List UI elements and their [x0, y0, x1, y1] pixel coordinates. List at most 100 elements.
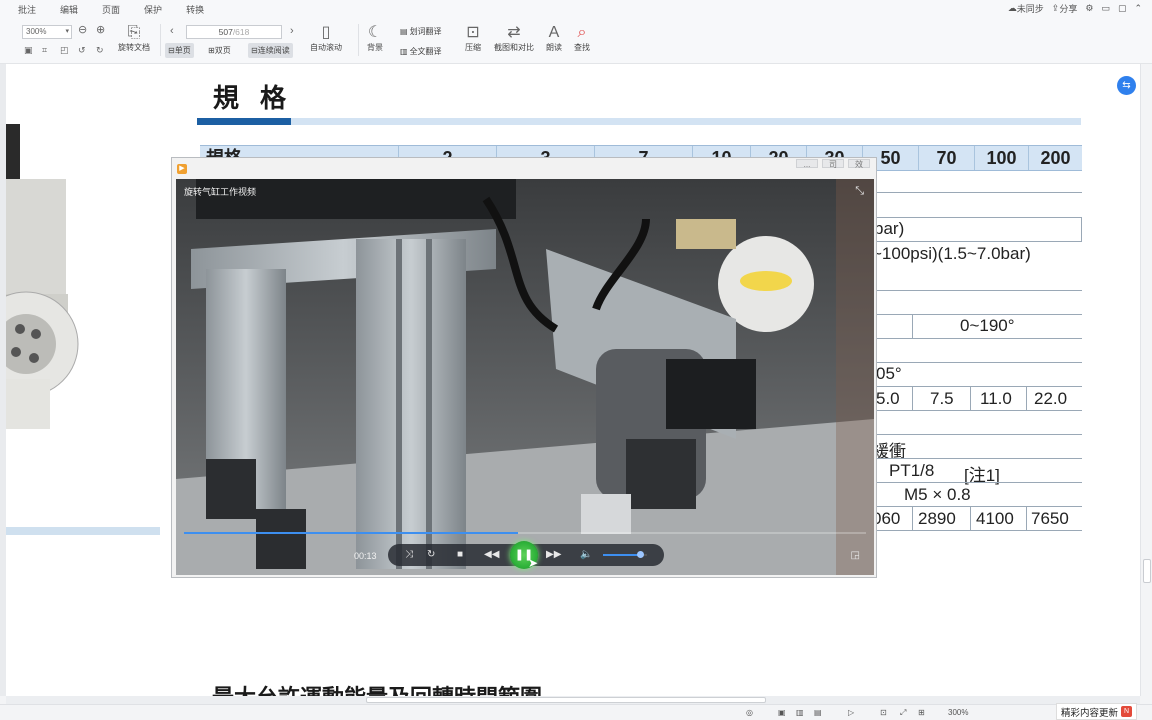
table-rule [1081, 217, 1082, 241]
rotate-doc-button[interactable]: ⎘ 旋转文档 [118, 24, 150, 53]
player-app-icon: ▶ [177, 164, 187, 174]
torque-cell: 7650 [1031, 509, 1069, 528]
search-icon: ⌕ [577, 24, 587, 41]
compare-button[interactable]: ⇄ 截图和对比 [494, 24, 534, 53]
read-aloud-button[interactable]: A 朗读 [546, 24, 562, 53]
angle-range-text: 0~190° [960, 316, 1015, 335]
torque-cell: 2890 [918, 509, 956, 528]
header-cell: 200 [1028, 146, 1082, 170]
fullscreen-icon[interactable]: ⤡ [855, 185, 864, 198]
next-page-icon[interactable]: › [290, 25, 294, 37]
select-icon[interactable]: ◰ [60, 44, 69, 56]
grid-icon[interactable]: ⊞ [918, 708, 925, 717]
continuous-icon: ⊟ [251, 46, 258, 55]
fit-page-status-icon[interactable]: ⤢ [900, 708, 906, 718]
zoom-in-icon[interactable]: ⊕ [96, 24, 105, 36]
zoom-out-icon[interactable]: ⊖ [78, 24, 87, 36]
menu-protect[interactable]: 保护 [144, 3, 162, 16]
single-view-icon[interactable]: ▣ [778, 708, 786, 717]
port-thread-text: PT1/8 [889, 461, 935, 480]
double-view-icon[interactable]: ▥ [796, 708, 804, 717]
table-rule [1026, 386, 1027, 410]
news-badge-icon: N [1121, 706, 1133, 717]
menu-annotate[interactable]: 批注 [18, 3, 36, 16]
table-rule [912, 314, 913, 338]
background-button[interactable]: ☾ 背景 [367, 24, 383, 53]
status-zoom[interactable]: 300% [948, 708, 968, 717]
section-heading: 最大允許運動能量及回轉時間範圍 [212, 680, 542, 696]
update-toast[interactable]: 精彩内容更新 N [1056, 703, 1138, 720]
video-title: 旋转气缸工作视频 [184, 187, 257, 197]
auto-scroll-button[interactable]: ▯ 自动滚动 [310, 24, 342, 53]
translate-word-button[interactable]: ▤ 划词翻译 [400, 26, 442, 37]
video-screen[interactable]: 旋转气缸工作视频 ⤡ 00:13 ⤨ ↻ ■ ◀◀ ❚❚ ▶▶ 🔈 ◲ ➤ [176, 179, 874, 575]
double-page-button[interactable]: ⊞ 双页 [205, 43, 234, 58]
volume-icon[interactable]: 🔈 [580, 549, 592, 560]
repeat-icon[interactable]: ↻ [427, 549, 435, 560]
playback-time: 00:13 [354, 551, 377, 561]
table-rule [870, 314, 1082, 315]
table-rule [912, 506, 913, 530]
fast-forward-icon[interactable]: ▶▶ [546, 549, 561, 560]
layout-icon[interactable]: ▭ [1101, 3, 1110, 14]
fit-width-icon[interactable]: ⊡ [880, 708, 887, 717]
menubar-right: ☁ 未同步 ⇪ 分享 ⚙ ▭ ▢ ⌃ [1008, 2, 1142, 15]
weight-cell: 22.0 [1034, 389, 1068, 408]
scroll-thumb[interactable] [1143, 559, 1151, 583]
cloud-icon: ☁ [1007, 3, 1017, 13]
share-button[interactable]: ⇪ 分享 [1052, 2, 1078, 15]
divider [160, 24, 161, 56]
settings-icon[interactable]: ⚙ [1085, 3, 1093, 14]
moon-icon: ☾ [367, 24, 383, 41]
table-rule [870, 530, 1082, 531]
mini-mode-icon[interactable]: ◲ [851, 550, 860, 561]
table-rule [870, 192, 1082, 193]
player-controls: 00:13 ⤨ ↻ ■ ◀◀ ❚❚ ▶▶ 🔈 ◲ ➤ [176, 541, 874, 571]
rotate-left-icon[interactable]: ↺ [78, 44, 86, 56]
sync-status[interactable]: ☁ 未同步 [1008, 2, 1044, 15]
zoom-select[interactable]: 300% [22, 25, 72, 39]
prev-page-icon[interactable]: ‹ [170, 25, 174, 37]
close-button[interactable]: 效 [848, 159, 870, 169]
progress-fill [184, 532, 519, 534]
play-slides-icon[interactable]: ▷ [848, 708, 854, 717]
collapse-icon[interactable]: ⌃ [1134, 3, 1142, 14]
shuffle-icon[interactable]: ⤨ [405, 549, 413, 560]
table-rule [870, 362, 1082, 363]
compress-button[interactable]: ⊡ 压缩 [465, 24, 481, 53]
rotate-right-icon[interactable]: ↻ [96, 44, 104, 56]
single-page-button[interactable]: ⊟ 单页 [165, 43, 194, 58]
minimize-icon[interactable]: ▢ [1118, 3, 1127, 14]
rewind-icon[interactable]: ◀◀ [484, 549, 499, 560]
menu-convert[interactable]: 转换 [186, 3, 204, 16]
find-button[interactable]: ⌕ 查找 [574, 24, 590, 53]
menu-dots-button[interactable]: ... [796, 159, 818, 169]
restore-button[interactable]: 司 [822, 159, 844, 169]
volume-slider[interactable] [603, 551, 647, 558]
table-rule [970, 506, 971, 530]
screw-text: M5 × 0.8 [904, 485, 971, 504]
window-controls: ... 司 效 [796, 159, 870, 169]
book-view-icon[interactable]: ▤ [814, 708, 822, 717]
stop-icon[interactable]: ■ [457, 549, 463, 560]
spec-title: 規 格 [213, 84, 293, 114]
video-player-window[interactable]: ▶ ... 司 效 旋转气缸工作视频 ⤡ 00:13 ⤨ ↻ ■ ◀◀ ❚❚ ▶… [171, 157, 877, 578]
fit-page-icon[interactable]: ▣ [24, 44, 33, 56]
menu-edit[interactable]: 编辑 [60, 3, 78, 16]
horizontal-scrollbar[interactable] [6, 696, 1140, 704]
vertical-scrollbar[interactable] [1140, 64, 1152, 696]
translate-float-icon[interactable]: ⇆ [1117, 76, 1136, 95]
weight-cell: 11.0 [980, 389, 1012, 408]
read-aloud-icon: A [548, 24, 560, 41]
menu-page[interactable]: 页面 [102, 3, 120, 16]
eye-icon[interactable]: ◎ [746, 708, 753, 717]
product-image [6, 124, 79, 429]
crop-icon[interactable]: ⌗ [42, 44, 47, 56]
continuous-read-button[interactable]: ⊟ 连续阅读 [248, 43, 293, 58]
page-number-input[interactable]: 507/618 [186, 25, 282, 39]
video-progress-bar[interactable] [184, 532, 866, 534]
full-translate-button[interactable]: ▥ 全文翻译 [400, 46, 442, 57]
divider [358, 24, 359, 56]
hscroll-thumb[interactable] [366, 697, 766, 703]
double-page-icon: ⊞ [208, 46, 215, 55]
